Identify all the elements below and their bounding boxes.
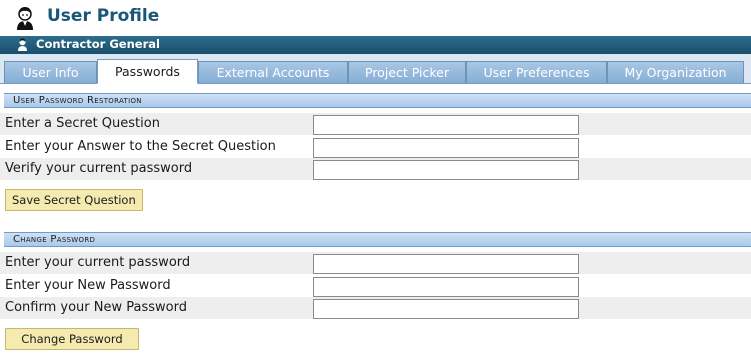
form-row-current-password: Enter your current password	[0, 252, 751, 274]
page-title: User Profile	[47, 6, 160, 26]
form-row-new-password: Enter your New Password	[0, 275, 751, 297]
form-row-verify-password: Verify your current password	[0, 158, 751, 180]
form-row-confirm-password: Confirm your New Password	[0, 297, 751, 319]
user-small-icon	[18, 38, 27, 51]
tab-external-accounts[interactable]: External Accounts	[198, 61, 348, 83]
section-title: User Password Restoration	[13, 95, 142, 106]
tab-my-organization[interactable]: My Organization	[607, 61, 744, 83]
field-label: Enter your New Password	[5, 278, 171, 293]
form-row-secret-answer: Enter your Answer to the Secret Question	[0, 136, 751, 158]
form-row-secret-question: Enter a Secret Question	[0, 113, 751, 135]
change-password-button[interactable]: Change Password	[5, 328, 139, 350]
role-label: Contractor General	[36, 37, 160, 51]
field-label: Enter a Secret Question	[5, 116, 160, 131]
section-header-change-password: Change Password	[4, 232, 751, 247]
tab-passwords[interactable]: Passwords	[97, 59, 198, 84]
field-label: Verify your current password	[5, 161, 193, 176]
save-secret-question-button[interactable]: Save Secret Question	[5, 189, 143, 211]
verify-password-input[interactable]	[313, 160, 579, 180]
page-header: User Profile	[0, 0, 751, 36]
section-header-password-restoration: User Password Restoration	[4, 93, 751, 108]
tab-user-preferences[interactable]: User Preferences	[466, 61, 607, 83]
field-label: Enter your current password	[5, 255, 191, 270]
section-title: Change Password	[13, 234, 96, 245]
secret-answer-input[interactable]	[313, 138, 579, 158]
role-bar: Contractor General	[0, 36, 751, 54]
new-password-input[interactable]	[313, 277, 579, 297]
confirm-password-input[interactable]	[313, 299, 579, 319]
tab-user-info[interactable]: User Info	[4, 61, 97, 83]
field-label: Confirm your New Password	[5, 300, 187, 315]
tab-bar: User Info Passwords External Accounts Pr…	[0, 54, 751, 84]
tab-project-picker[interactable]: Project Picker	[348, 61, 466, 83]
user-avatar-icon	[17, 7, 33, 30]
field-label: Enter your Answer to the Secret Question	[5, 139, 276, 154]
secret-question-input[interactable]	[313, 115, 579, 135]
current-password-input[interactable]	[313, 254, 579, 274]
